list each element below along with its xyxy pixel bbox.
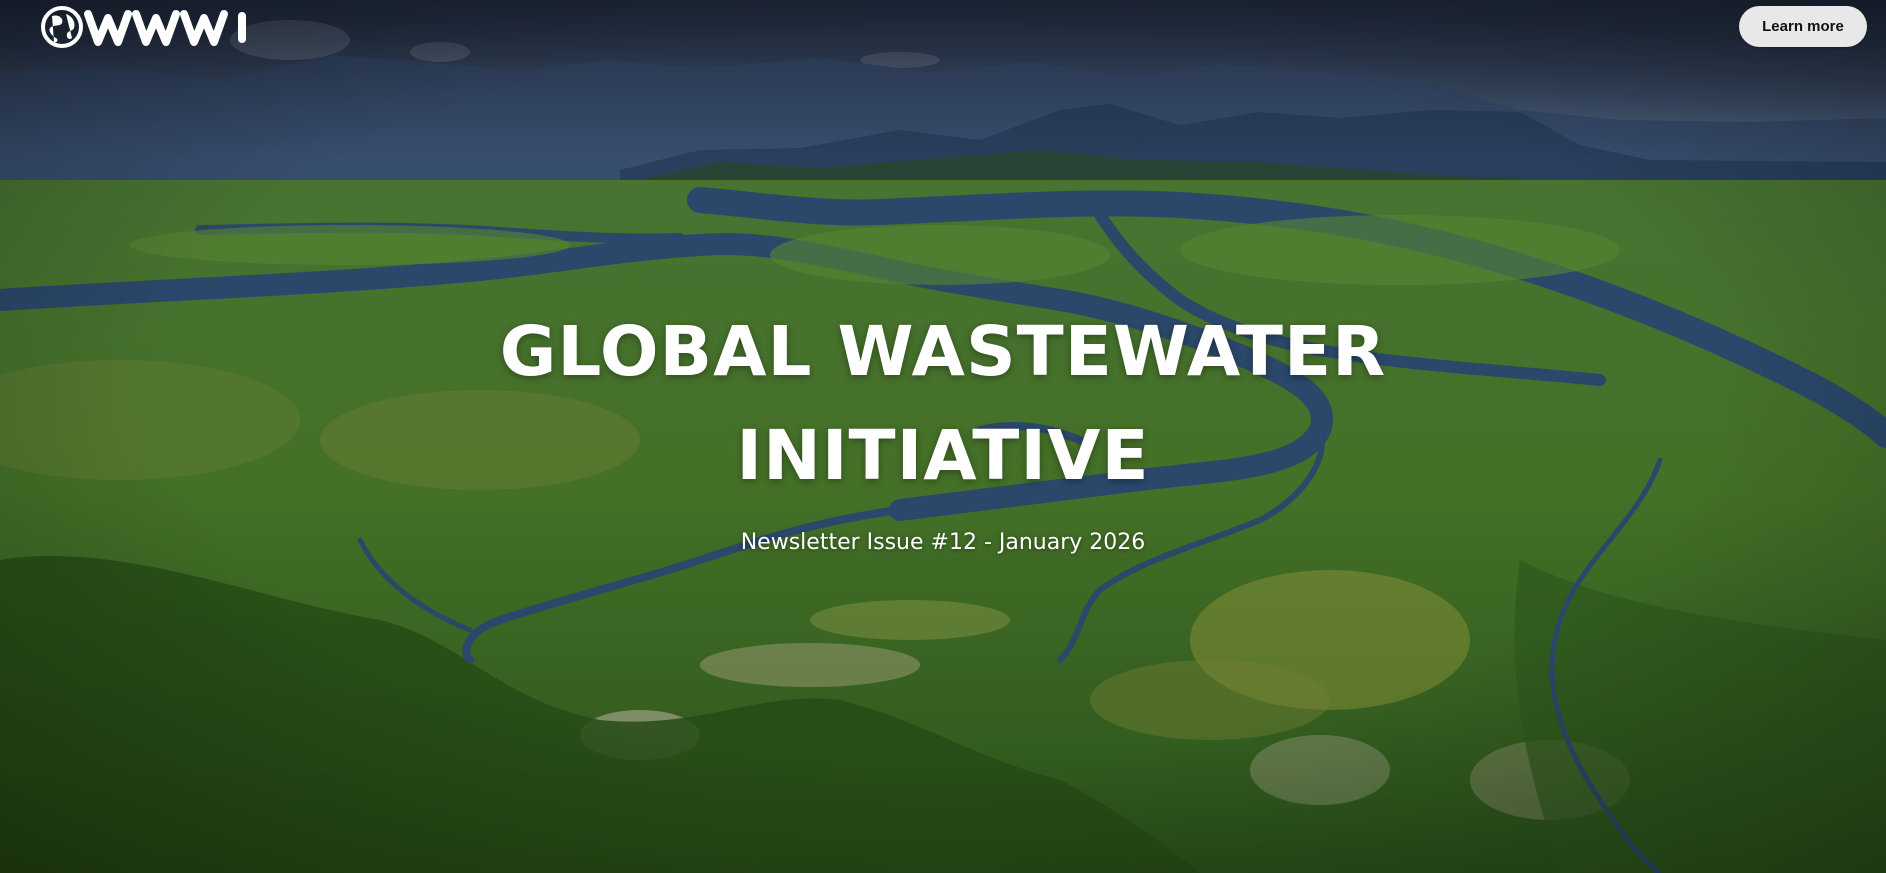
title-line-1: GLOBAL WASTEWATER: [499, 312, 1387, 392]
globe-icon: [41, 6, 83, 48]
wwi-logo[interactable]: [36, 6, 250, 48]
newsletter-issue-subtitle: Newsletter Issue #12 - January 2026: [740, 530, 1146, 555]
title-line-2: INITIATIVE: [736, 416, 1150, 496]
hero-section: Learn more GLOBAL WASTEWATER INITIATIVE …: [0, 0, 1886, 873]
page-title: GLOBAL WASTEWATER INITIATIVE: [0, 300, 1886, 508]
hero-content: GLOBAL WASTEWATER INITIATIVE Newsletter …: [0, 300, 1886, 555]
site-header: Learn more: [0, 0, 1886, 70]
learn-more-button[interactable]: Learn more: [1739, 6, 1867, 47]
